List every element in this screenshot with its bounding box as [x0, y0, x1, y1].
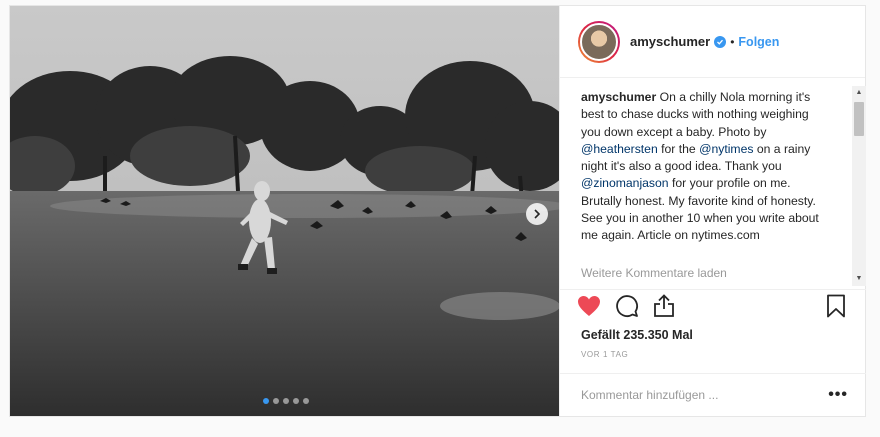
- mention-link[interactable]: @heathersten: [581, 142, 658, 156]
- scroll-down-icon[interactable]: ▼: [852, 272, 866, 286]
- caption: amyschumer On a chilly Nola morning it's…: [581, 89, 829, 245]
- carousel-indicator: [263, 398, 309, 404]
- chevron-right-icon: [534, 209, 541, 219]
- carousel-dot: [273, 398, 279, 404]
- comment-input[interactable]: [581, 388, 829, 402]
- username[interactable]: amyschumer: [630, 34, 710, 49]
- post-photo[interactable]: [10, 6, 559, 416]
- post-header: amyschumer • Folgen: [560, 6, 865, 78]
- post-side-panel: amyschumer • Folgen amyschumer On a chil…: [559, 6, 866, 416]
- photo-image: [10, 6, 559, 416]
- bookmark-icon[interactable]: [826, 294, 846, 323]
- action-bar: [577, 293, 851, 323]
- mention-link[interactable]: @zinomanjason: [581, 176, 669, 190]
- scroll-up-icon[interactable]: ▲: [852, 86, 866, 100]
- caption-username[interactable]: amyschumer: [581, 90, 656, 104]
- avatar[interactable]: [578, 20, 620, 63]
- load-more-comments-button[interactable]: Weitere Kommentare laden: [581, 266, 727, 280]
- instagram-post: amyschumer • Folgen amyschumer On a chil…: [9, 5, 866, 417]
- next-photo-button[interactable]: [526, 203, 548, 225]
- comments-section: amyschumer On a chilly Nola morning it's…: [560, 78, 866, 290]
- separator: •: [730, 34, 735, 49]
- follow-button[interactable]: Folgen: [738, 35, 779, 49]
- carousel-dot: [283, 398, 289, 404]
- carousel-dot: [293, 398, 299, 404]
- likes-count[interactable]: Gefällt 235.350 Mal: [581, 328, 693, 342]
- post-timestamp[interactable]: VOR 1 TAG: [581, 350, 628, 359]
- carousel-dot: [263, 398, 269, 404]
- comment-form: •••: [560, 373, 866, 416]
- carousel-dot: [303, 398, 309, 404]
- more-options-button[interactable]: •••: [828, 386, 848, 404]
- comments-scrollbar[interactable]: ▲ ▼: [852, 86, 866, 286]
- heart-icon[interactable]: [577, 295, 601, 322]
- caption-text: for the: [657, 141, 700, 156]
- mention-link[interactable]: @nytimes: [699, 142, 753, 156]
- comment-icon[interactable]: [615, 294, 639, 323]
- scrollbar-thumb[interactable]: [854, 102, 864, 136]
- verified-badge-icon: [714, 35, 727, 48]
- avatar-image: [580, 22, 618, 61]
- share-icon[interactable]: [653, 293, 675, 323]
